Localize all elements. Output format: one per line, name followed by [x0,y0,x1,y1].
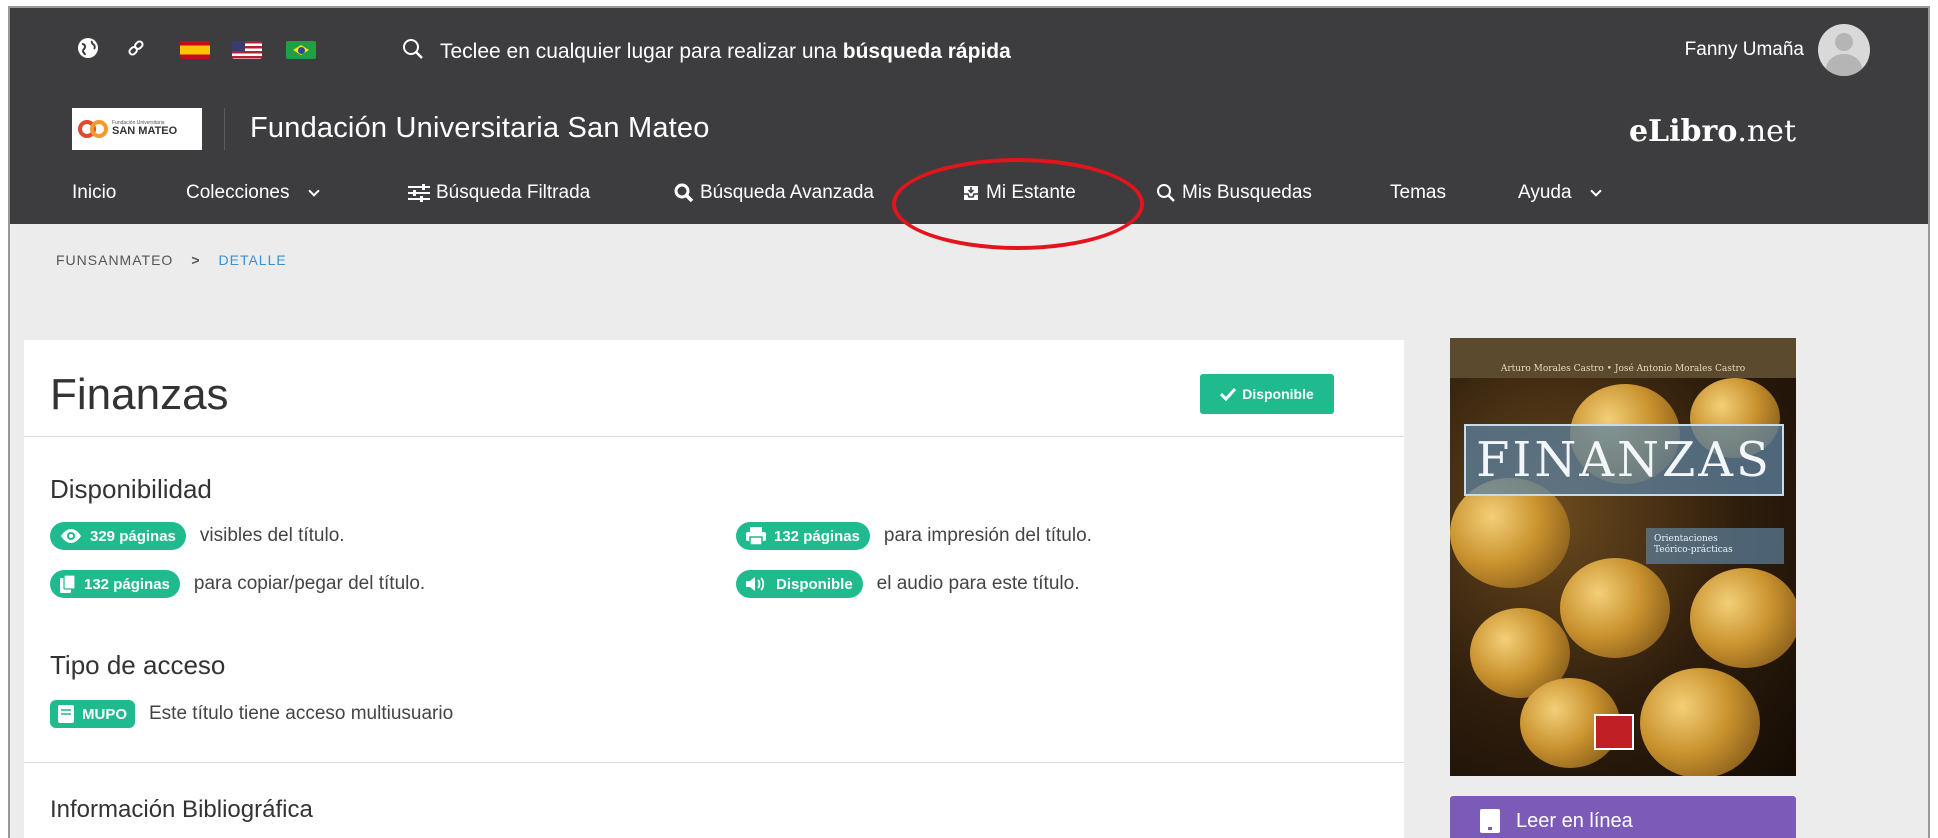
access-stat: MUPO Este título tiene acceso multiusuar… [50,700,453,728]
quick-search-hint[interactable]: Teclee en cualquier lugar para realizar … [402,38,1011,66]
print-pages-text: para impresión del título. [883,525,1092,546]
availability-heading: Disponibilidad [50,474,212,504]
globe-icon[interactable] [74,36,102,60]
cover-title: FINANZAS [1464,424,1784,496]
institution-logo[interactable]: Fundación Universitaria SAN MATEO [72,108,202,150]
nav-colecciones[interactable]: Colecciones [186,182,320,204]
utility-bar: Teclee en cualquier lugar para realizar … [10,8,1928,92]
visible-pages-badge: 329 páginas [50,522,186,550]
inbox-icon [964,186,978,200]
book-icon [58,705,74,723]
status-badge: Disponible [1200,374,1334,414]
nav-busqueda-filtrada[interactable]: Búsqueda Filtrada [408,182,590,204]
audio-text: el audio para este título. [876,573,1080,594]
search-hint-text: Teclee en cualquier lugar para realizar … [440,40,1011,63]
read-online-button[interactable]: Leer en línea [1450,796,1796,838]
brand-divider [224,108,225,150]
eye-icon [61,529,81,543]
print-pages-badge: 132 páginas [736,522,870,550]
book-cover-image[interactable]: Arturo Morales Castro • José Antonio Mor… [1450,338,1796,776]
search-icon [674,183,694,203]
copy-pages-badge: 132 páginas [50,570,180,598]
nav-mis-busquedas[interactable]: Mis Busquedas [1156,182,1312,204]
browser-frame: Teclee en cualquier lugar para realizar … [8,6,1930,838]
avatar[interactable] [1818,24,1870,76]
visible-pages-text: visibles del título. [199,525,345,546]
search-icon [1157,184,1175,202]
user-name[interactable]: Fanny Umaña [1685,39,1804,61]
publisher-logo [1594,714,1634,750]
link-icon[interactable] [122,36,150,60]
nav-busqueda-avanzada[interactable]: Búsqueda Avanzada [674,182,874,204]
bibliographic-heading: Información Bibliográfica [50,796,313,823]
print-pages-stat: 132 páginas para impresión del título. [736,522,1092,550]
visible-pages-stat: 329 páginas visibles del título. [50,522,345,550]
main-nav: Inicio Colecciones Búsqueda Filtrada Bús… [10,162,1928,224]
volume-icon [746,577,765,591]
copy-pages-stat: 132 páginas para copiar/pegar del título… [50,570,425,598]
breadcrumb: FUNSANMATEO > DETALLE [56,252,287,268]
printer-icon [746,527,766,545]
flag-es-icon[interactable] [180,41,210,59]
nav-mi-estante[interactable]: Mi Estante [962,182,1076,204]
nav-ayuda[interactable]: Ayuda [1518,182,1602,204]
nav-temas[interactable]: Temas [1390,182,1446,204]
chevron-down-icon [1589,185,1602,197]
search-icon [402,38,424,66]
elibro-logo[interactable]: eLibro.net [1629,114,1796,149]
flag-us-icon[interactable] [232,41,262,59]
brand-row: Fundación Universitaria SAN MATEO Fundaci… [10,92,1928,162]
chevron-down-icon [307,185,320,197]
institution-name: Fundación Universitaria San Mateo [250,112,710,144]
check-icon [1220,387,1237,401]
book-detail-card: Finanzas Disponible Disponibilidad 329 p… [24,340,1404,838]
access-text: Este título tiene acceso multiusuario [149,703,454,724]
divider [24,436,1404,437]
book-title: Finanzas [50,370,229,419]
breadcrumb-separator: > [191,252,201,268]
cover-subtitle: Orientaciones Teórico-prácticas [1646,528,1784,564]
logo-rings-icon [78,118,108,140]
copy-pages-text: para copiar/pegar del título. [193,573,426,594]
access-type-heading: Tipo de acceso [50,650,226,680]
nav-inicio[interactable]: Inicio [72,182,116,204]
breadcrumb-current: DETALLE [218,252,287,268]
sliders-icon [408,184,430,202]
divider [24,762,1404,763]
access-badge: MUPO [50,700,135,728]
tablet-icon [1480,809,1500,833]
flag-br-icon[interactable] [286,41,316,59]
audio-stat: Disponible el audio para este título. [736,570,1079,598]
breadcrumb-root[interactable]: FUNSANMATEO [56,252,173,268]
cover-authors: Arturo Morales Castro • José Antonio Mor… [1500,364,1746,374]
site-header: Teclee en cualquier lugar para realizar … [10,8,1928,224]
audio-badge: Disponible [736,570,863,598]
copy-icon [60,575,76,593]
